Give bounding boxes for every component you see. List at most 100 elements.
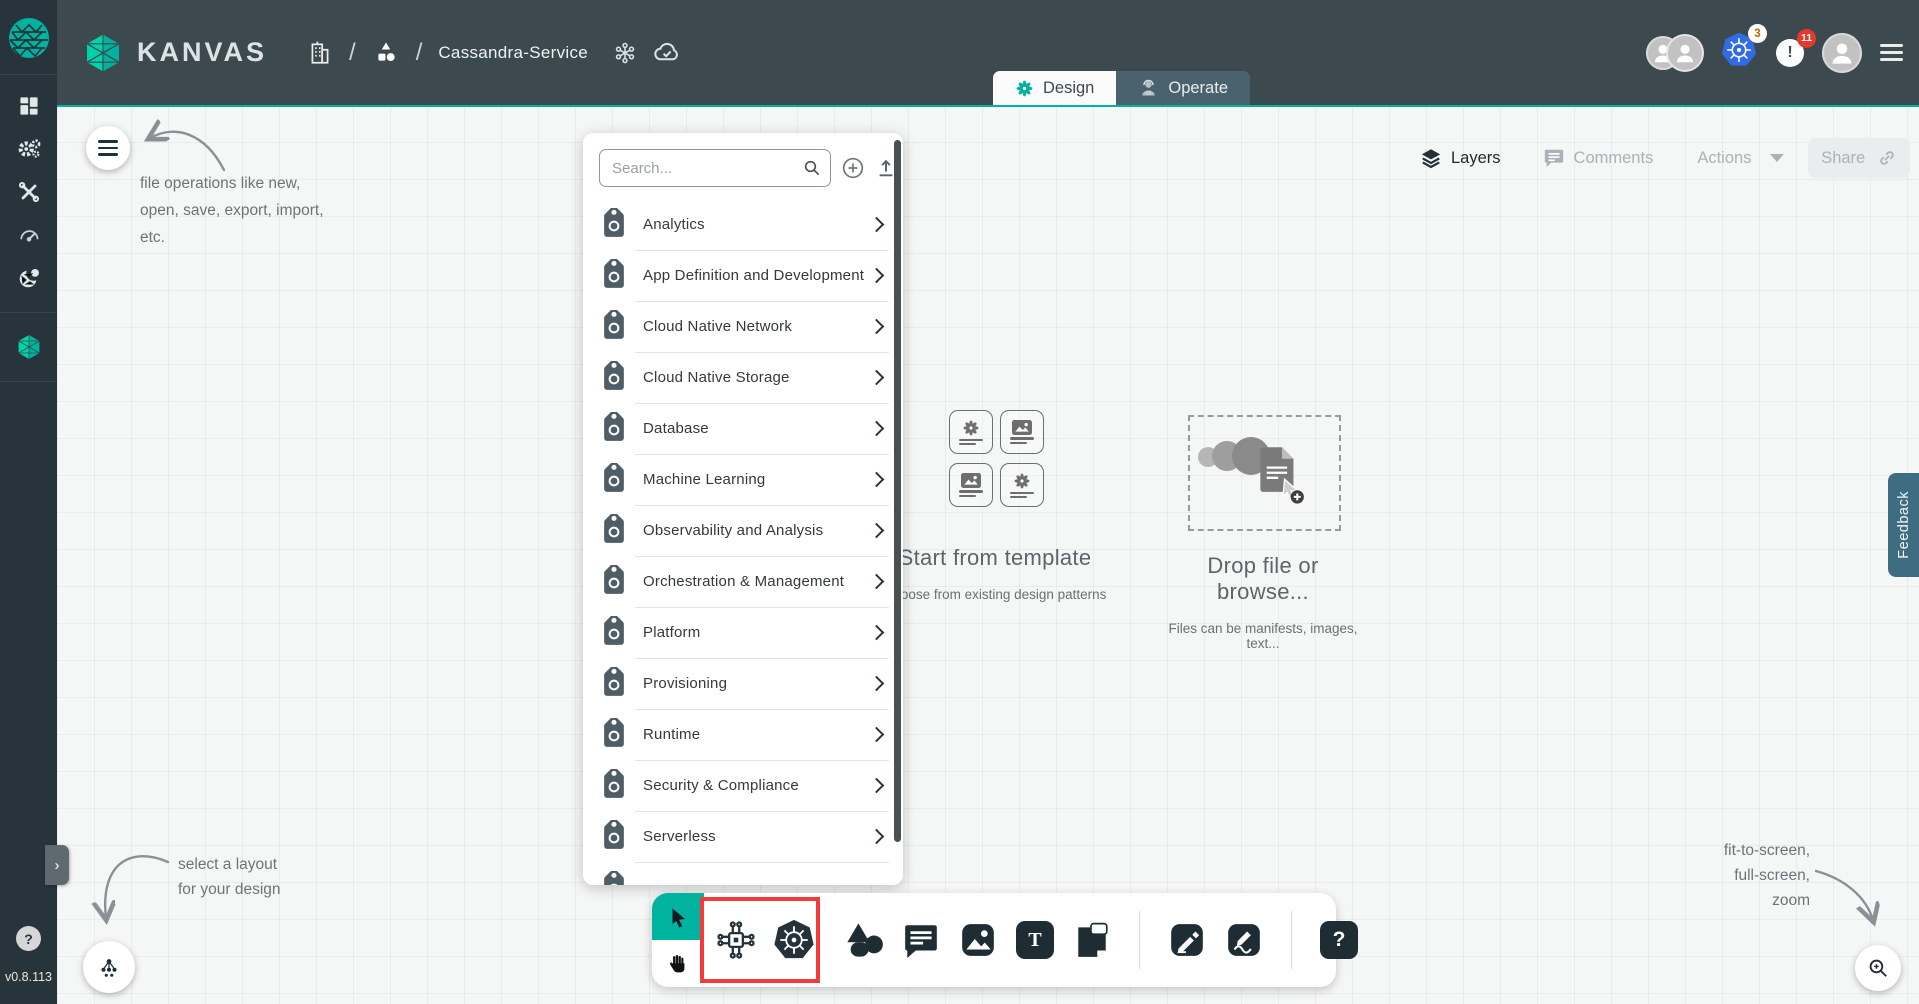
category-row[interactable]: Provisioning (583, 658, 903, 709)
tab-operate[interactable]: Operate (1116, 71, 1250, 105)
sidebar-nav (0, 75, 57, 386)
dropzone-title[interactable]: Drop file or browse... (1168, 553, 1358, 605)
canvas-action-bar: Layers Comments Actions Share (1420, 136, 1910, 180)
link-icon (1877, 148, 1897, 168)
breadcrumb-design-name[interactable]: Cassandra-Service (438, 43, 588, 63)
template-card[interactable] (949, 410, 993, 454)
kanvas-logo-icon[interactable] (83, 33, 123, 73)
meshery-logo[interactable] (0, 16, 57, 75)
category-row[interactable]: Cloud Native Network (583, 301, 903, 352)
design-pattern-icon (962, 419, 980, 437)
sidebar-item-settings[interactable] (16, 136, 42, 162)
sidebar-item-dashboard[interactable] (16, 93, 42, 119)
sidebar-divider (0, 381, 57, 382)
search-icon (802, 158, 822, 183)
add-component-button[interactable] (841, 155, 865, 181)
category-row[interactable]: Database (583, 403, 903, 454)
share-button[interactable]: Share (1808, 138, 1910, 178)
category-row[interactable]: Observability and Analysis (583, 505, 903, 556)
category-row[interactable]: Serverless (583, 811, 903, 862)
category-tag-icon (595, 818, 633, 856)
category-row[interactable]: Analytics (583, 199, 903, 250)
sidebar-help-button[interactable]: ? (16, 926, 41, 951)
category-row[interactable]: Runtime (583, 709, 903, 760)
annotation-file-operations: file operations like new, open, save, ex… (140, 170, 324, 251)
category-label: Cloud Native Storage (643, 369, 871, 386)
bottom-toolbar: T (652, 893, 1336, 987)
comments-button[interactable]: Comments (1543, 147, 1654, 169)
pan-tool[interactable] (652, 940, 704, 987)
actions-dropdown[interactable]: Actions (1697, 149, 1784, 168)
panel-header (583, 133, 903, 199)
organization-icon[interactable] (307, 40, 333, 66)
workspace-icon[interactable] (372, 39, 400, 67)
image-icon (961, 473, 981, 488)
category-tag-icon (595, 767, 633, 805)
app-header: KANVAS / / Cassandra-Service (57, 0, 1919, 107)
kubernetes-tool[interactable] (772, 918, 816, 962)
cloud-sync-icon[interactable] (652, 38, 682, 68)
search-input[interactable] (599, 149, 831, 187)
select-tool[interactable] (652, 893, 704, 940)
category-tag-icon (595, 869, 633, 886)
note-tool[interactable] (1070, 918, 1114, 962)
freehand-draw-tool[interactable] (1222, 918, 1266, 962)
template-card[interactable] (1000, 410, 1044, 454)
text-tool[interactable]: T (1013, 918, 1057, 962)
category-label: Runtime (643, 726, 871, 743)
layers-button[interactable]: Layers (1420, 147, 1501, 169)
environment-mesh-icon[interactable] (612, 40, 638, 66)
kubernetes-context-button[interactable]: 3 (1720, 31, 1758, 74)
template-title[interactable]: Start from template (870, 545, 1120, 571)
category-label: Machine Learning (643, 471, 871, 488)
header-menu-icon[interactable] (1880, 44, 1903, 61)
sidebar-item-kanvas[interactable] (16, 334, 42, 360)
search-box (599, 149, 831, 187)
sidebar-expander-toggle[interactable]: › (45, 845, 69, 885)
help-tool[interactable]: ? (1317, 918, 1361, 962)
dropzone-section: Drop file or browse... Files can be mani… (1168, 405, 1358, 651)
category-tag-icon (595, 614, 633, 652)
chevron-right-icon (869, 370, 885, 386)
category-row[interactable]: Cloud Native Storage (583, 352, 903, 403)
template-card[interactable] (949, 463, 993, 507)
design-pen-tool[interactable] (1165, 918, 1209, 962)
category-label: Security & Compliance (643, 777, 871, 794)
app-title: KANVAS (137, 37, 267, 68)
tab-operate-label: Operate (1168, 79, 1228, 98)
help-glyph: ? (1333, 928, 1346, 952)
collaborator-avatars[interactable] (1646, 36, 1702, 70)
chevron-right-icon (869, 421, 885, 437)
tab-design[interactable]: Design (993, 71, 1116, 105)
category-tag-icon (595, 410, 633, 448)
category-row-partial[interactable] (583, 862, 903, 885)
category-row[interactable]: Platform (583, 607, 903, 658)
category-label: Orchestration & Management (643, 573, 871, 590)
category-row[interactable]: Security & Compliance (583, 760, 903, 811)
user-avatar[interactable] (1822, 33, 1862, 73)
start-from-template-section: Start from template Choose from existing… (870, 410, 1120, 602)
category-row[interactable]: Machine Learning (583, 454, 903, 505)
annotation-layout: select a layout for your design (178, 852, 281, 902)
image-tool[interactable] (956, 918, 1000, 962)
category-row[interactable]: App Definition and Development (583, 250, 903, 301)
sidebar-item-toolbox[interactable] (16, 179, 42, 205)
sidebar-item-performance[interactable] (16, 222, 42, 248)
avatar[interactable] (1668, 36, 1702, 70)
file-drop-area[interactable] (1188, 415, 1341, 531)
file-menu-button[interactable] (86, 126, 130, 170)
shapes-tool[interactable] (842, 918, 886, 962)
panel-scrollbar[interactable] (894, 140, 901, 842)
zoom-button[interactable] (1855, 945, 1901, 991)
category-row[interactable]: Orchestration & Management (583, 556, 903, 607)
notifications-count-badge: 11 (1797, 29, 1816, 48)
template-card[interactable] (1000, 463, 1044, 507)
category-label: Provisioning (643, 675, 871, 692)
layout-selector-button[interactable] (83, 941, 135, 993)
sidebar-item-catalog[interactable] (16, 265, 42, 291)
component-shape-tool[interactable] (714, 918, 758, 962)
comment-tool[interactable] (899, 918, 943, 962)
notifications-button[interactable]: ! 11 (1776, 39, 1804, 67)
file-document-icon (1254, 443, 1310, 505)
feedback-tab[interactable]: Feedback (1888, 473, 1919, 577)
